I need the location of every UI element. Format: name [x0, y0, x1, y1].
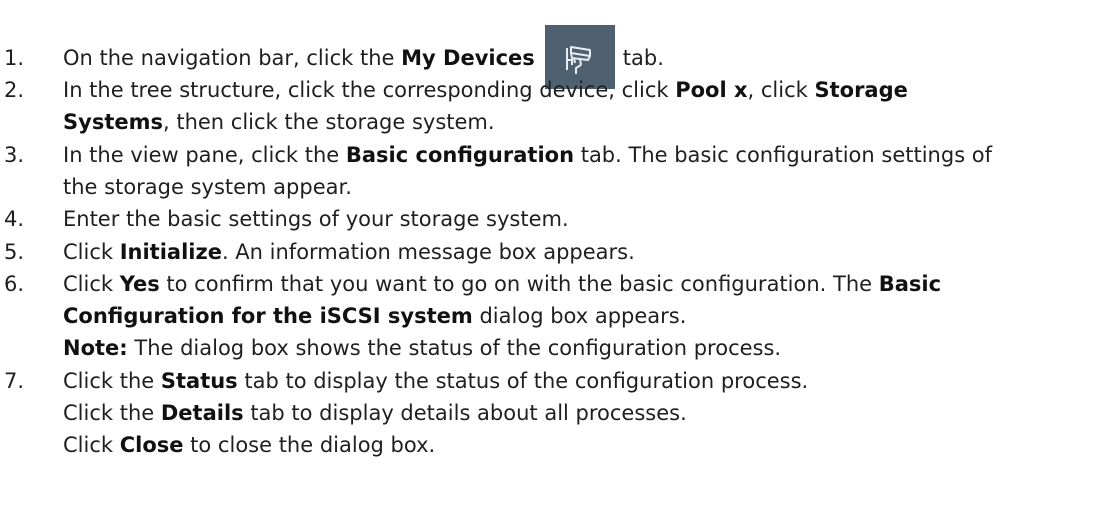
- ui-term: Yes: [119, 272, 160, 296]
- step-text-line: Click Initialize. An information message…: [63, 240, 635, 264]
- step-number: 2.: [4, 78, 25, 102]
- step-text-line: Systems, then click the storage system.: [63, 110, 495, 134]
- step-text-line: On the navigation bar, click the My Devi…: [63, 25, 1088, 89]
- step-number: 7.: [4, 369, 25, 393]
- step-text-line: Click Close to close the dialog box.: [63, 433, 436, 457]
- ui-term: Details: [160, 401, 244, 425]
- step-text-line: Click Yes to confirm that you want to go…: [63, 272, 942, 296]
- ui-term: Initialize: [119, 240, 222, 264]
- ui-term: Configuration for the iSCSI system: [63, 304, 473, 328]
- note-label: Note:: [63, 336, 128, 360]
- ui-term: Basic configuration: [345, 143, 575, 167]
- note-line: Note: The dialog box shows the status of…: [63, 336, 782, 360]
- step-text-line: In the view pane, click the Basic config…: [63, 143, 993, 167]
- ui-term: Systems: [63, 110, 163, 134]
- step-text-line: Enter the basic settings of your storage…: [63, 207, 569, 231]
- step-number: 5.: [4, 240, 25, 264]
- ui-term: Storage: [814, 78, 908, 102]
- step-text-line: Click the Status tab to display the stat…: [63, 369, 809, 393]
- ui-term: Close: [119, 433, 184, 457]
- step-text-line: Configuration for the iSCSI system dialo…: [63, 304, 687, 328]
- step-number: 3.: [4, 143, 25, 167]
- step-number: 1.: [4, 46, 25, 70]
- step-number: 6.: [4, 272, 25, 296]
- ui-term: Pool x: [675, 78, 748, 102]
- step-number: 4.: [4, 207, 25, 231]
- procedure-document: 1. On the navigation bar, click the My D…: [0, 0, 1096, 513]
- step-text-line: the storage system appear.: [63, 175, 352, 199]
- step-text-line: Click the Details tab to display details…: [63, 401, 687, 425]
- step-text-line: In the tree structure, click the corresp…: [63, 78, 908, 102]
- ui-term: Status: [160, 369, 238, 393]
- ui-term: Basic: [878, 272, 942, 296]
- ui-term: My Devices: [401, 46, 535, 70]
